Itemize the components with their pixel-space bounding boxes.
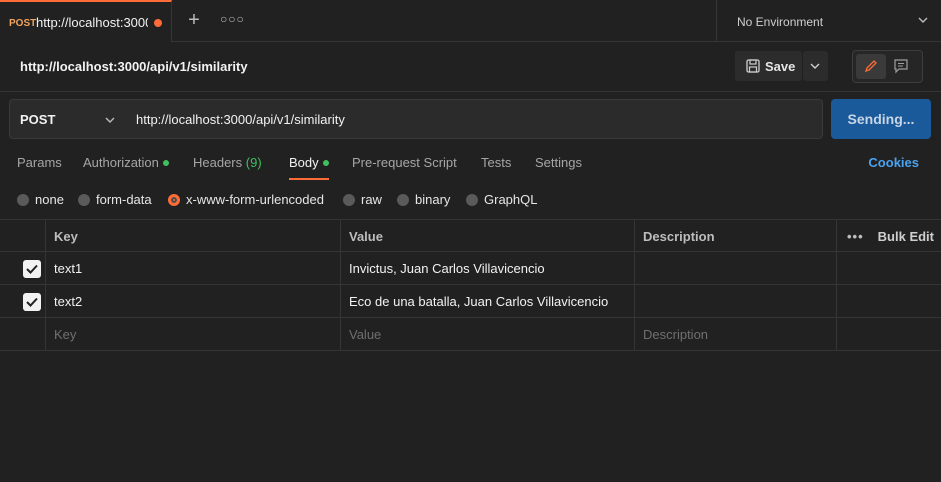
table-row: text1 Invictus, Juan Carlos Villavicenci…	[0, 252, 941, 285]
checkbox-checked-icon[interactable]	[23, 260, 41, 278]
header-description: Description	[635, 220, 837, 252]
active-tab-underline	[289, 178, 329, 180]
status-dot	[322, 159, 329, 166]
row-checkbox-cell	[0, 285, 46, 317]
save-dropdown-button[interactable]	[803, 51, 828, 81]
row-actions	[837, 285, 941, 317]
key-placeholder[interactable]: Key	[46, 318, 341, 350]
url-row: POST http://localhost:3000/api/v1/simila…	[0, 92, 941, 146]
header-value: Value	[341, 220, 635, 252]
row-actions	[837, 318, 941, 350]
cookies-link[interactable]: Cookies	[868, 155, 919, 170]
value-placeholder[interactable]: Value	[341, 318, 635, 350]
status-dot	[162, 159, 169, 166]
radio-circle-selected	[168, 194, 180, 206]
tab-body-label: Body	[289, 155, 319, 170]
chevron-down-icon	[105, 117, 115, 123]
check-icon	[26, 297, 38, 307]
row-description[interactable]	[635, 252, 837, 284]
tab-headers-label: Headers	[193, 155, 243, 170]
tab-method: POST	[9, 18, 37, 29]
radio-label: GraphQL	[484, 192, 538, 207]
tab-bar: POST http://localhost:3000/api/v1/simila…	[0, 0, 941, 42]
method-value: POST	[20, 112, 56, 127]
tab-authorization-label: Authorization	[83, 155, 159, 170]
tab-settings[interactable]: Settings	[535, 155, 582, 170]
send-button[interactable]: Sending...	[831, 99, 931, 139]
row-checkbox-cell	[0, 318, 46, 350]
row-key[interactable]: text1	[46, 252, 341, 284]
table-row: text2 Eco de una batalla, Juan Carlos Vi…	[0, 285, 941, 318]
check-icon	[26, 264, 38, 274]
body-type-group: none form-data x-www-form-urlencoded raw…	[0, 184, 941, 216]
radio-label: none	[35, 192, 64, 207]
more-icon[interactable]: •••	[847, 229, 864, 244]
mode-switch	[852, 50, 923, 83]
row-value[interactable]: Eco de una batalla, Juan Carlos Villavic…	[341, 285, 635, 317]
request-name-bar: http://localhost:3000/api/v1/similarity …	[0, 42, 941, 92]
save-button[interactable]: Save	[735, 51, 802, 81]
method-select[interactable]: POST	[9, 99, 125, 139]
tab-params[interactable]: Params	[17, 155, 62, 170]
radio-label: x-www-form-urlencoded	[186, 192, 324, 207]
row-checkbox-cell	[0, 252, 46, 284]
save-label: Save	[765, 59, 796, 74]
description-placeholder[interactable]: Description	[635, 318, 837, 350]
request-tab[interactable]: POST http://localhost:3000/api/v1/simila…	[0, 0, 172, 42]
tab-prerequest-script[interactable]: Pre-request Script	[352, 155, 457, 170]
save-icon	[746, 59, 760, 73]
header-key: Key	[46, 220, 341, 252]
radio-circle	[17, 194, 29, 206]
tab-title: http://localhost:3000/api/v1/similarity	[36, 15, 148, 30]
params-table: Key Value Description ••• Bulk Edit text1…	[0, 219, 941, 352]
table-header-row: Key Value Description ••• Bulk Edit	[0, 219, 941, 252]
radio-circle	[466, 194, 478, 206]
bulk-edit-link[interactable]: Bulk Edit	[878, 229, 934, 244]
comment-icon[interactable]	[893, 58, 909, 74]
radio-label: raw	[361, 192, 382, 207]
radio-circle	[343, 194, 355, 206]
request-name[interactable]: http://localhost:3000/api/v1/similarity	[20, 59, 248, 74]
checkbox-checked-icon[interactable]	[23, 293, 41, 311]
radio-circle	[397, 194, 409, 206]
row-value[interactable]: Invictus, Juan Carlos Villavicencio	[341, 252, 635, 284]
radio-label: form-data	[96, 192, 152, 207]
url-input[interactable]: http://localhost:3000/api/v1/similarity	[124, 99, 823, 139]
header-checkbox-cell	[0, 220, 46, 252]
unsaved-dot	[154, 19, 162, 27]
chevron-down-icon	[810, 63, 820, 69]
row-description[interactable]	[635, 285, 837, 317]
header-actions: ••• Bulk Edit	[837, 220, 941, 252]
tab-tests[interactable]: Tests	[481, 155, 511, 170]
radio-label: binary	[415, 192, 451, 207]
plus-icon[interactable]: +	[184, 10, 204, 30]
row-key[interactable]: text2	[46, 285, 341, 317]
environment-selector[interactable]: No Environment	[716, 0, 941, 42]
radio-circle	[78, 194, 90, 206]
environment-label: No Environment	[737, 15, 824, 29]
chevron-down-icon	[918, 17, 928, 23]
edit-mode-button[interactable]	[856, 54, 886, 79]
more-icon[interactable]: ○○○	[220, 12, 244, 30]
pencil-icon	[864, 60, 877, 73]
table-row-empty: Key Value Description	[0, 318, 941, 351]
tab-body[interactable]: Body	[289, 155, 329, 170]
tab-headers[interactable]: Headers (9)	[193, 155, 262, 170]
headers-count: (9)	[245, 155, 262, 170]
row-actions	[837, 252, 941, 284]
tab-authorization[interactable]: Authorization	[83, 155, 169, 170]
request-tabs: Params Authorization Headers (9) Body Pr…	[0, 146, 941, 180]
